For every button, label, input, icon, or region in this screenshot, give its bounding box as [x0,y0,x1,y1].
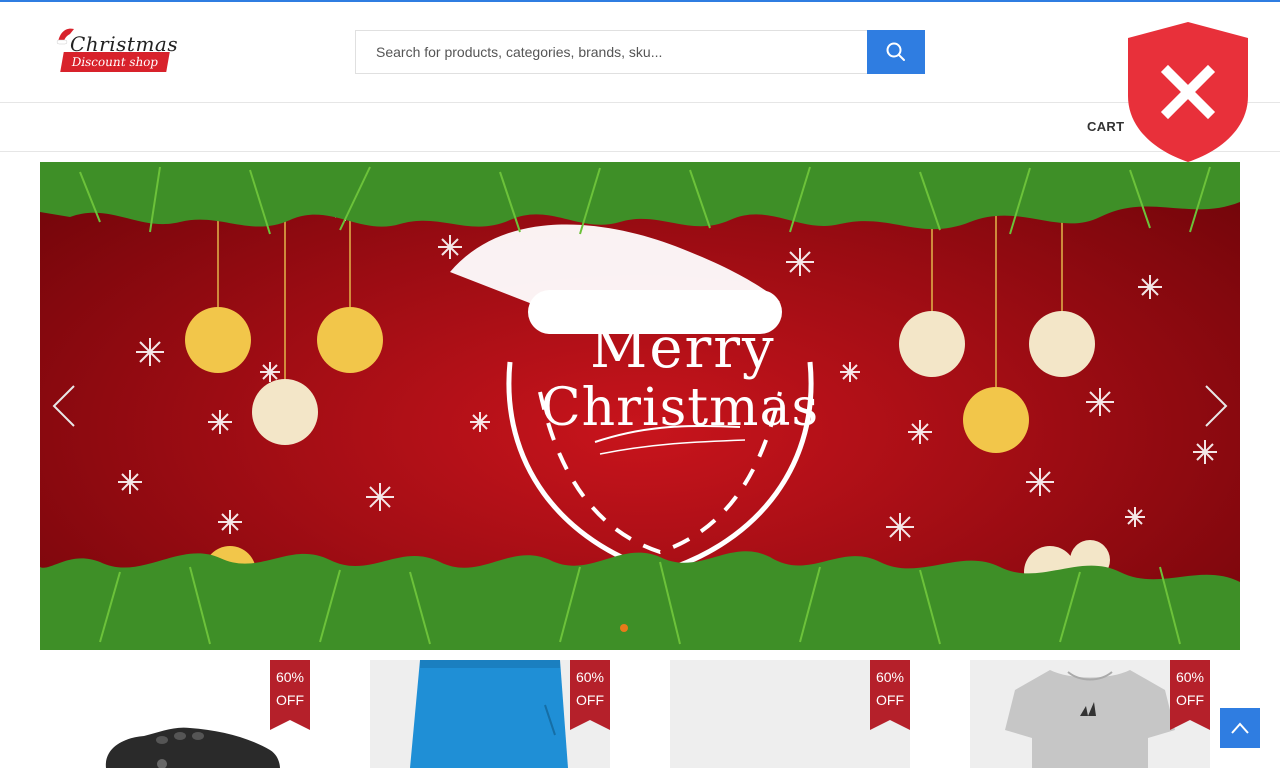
hero-title-line2: Christmas [540,378,820,438]
discount-off: OFF [1176,692,1204,708]
logo-subtitle: Discount shop [60,52,170,72]
product-card[interactable]: 60% OFF [670,660,910,768]
cart-link[interactable]: CART [1087,119,1124,134]
slider-dots [40,624,1240,634]
discount-percent: 60% [875,669,905,685]
discount-off: OFF [276,692,304,708]
discount-percent: 60% [1175,669,1205,685]
chevron-up-icon [1231,722,1249,734]
chevron-right-icon[interactable] [1200,384,1230,428]
search-input[interactable] [355,30,867,74]
product-card[interactable]: 60% OFF [370,660,610,768]
shield-x-icon[interactable] [1126,20,1250,164]
product-card[interactable]: 60% OFF [70,660,310,768]
product-row: 60% OFF 60% OFF 60% OFF 60% OFF [0,660,1280,768]
discount-percent: 60% [275,669,305,685]
site-logo[interactable]: Christmas Discount shop [56,24,178,78]
discount-badge: 60% OFF [270,660,310,730]
discount-badge: 60% OFF [570,660,610,730]
discount-off: OFF [876,692,904,708]
discount-off: OFF [576,692,604,708]
discount-badge: 60% OFF [1170,660,1210,730]
search-bar [355,30,925,74]
search-button[interactable] [867,30,925,74]
site-header: Christmas Discount shop [0,2,1280,103]
discount-percent: 60% [575,669,605,685]
discount-badge: 60% OFF [870,660,910,730]
scroll-top-button[interactable] [1220,708,1260,748]
slider-dot-active[interactable] [620,624,628,632]
hero-title-line1: Merry [590,316,776,381]
product-card[interactable]: 60% OFF [970,660,1210,768]
hero-banner[interactable]: Merry Christmas [40,162,1240,650]
chevron-left-icon[interactable] [50,384,80,428]
main-nav: CART [0,103,1280,152]
search-icon [886,42,905,61]
